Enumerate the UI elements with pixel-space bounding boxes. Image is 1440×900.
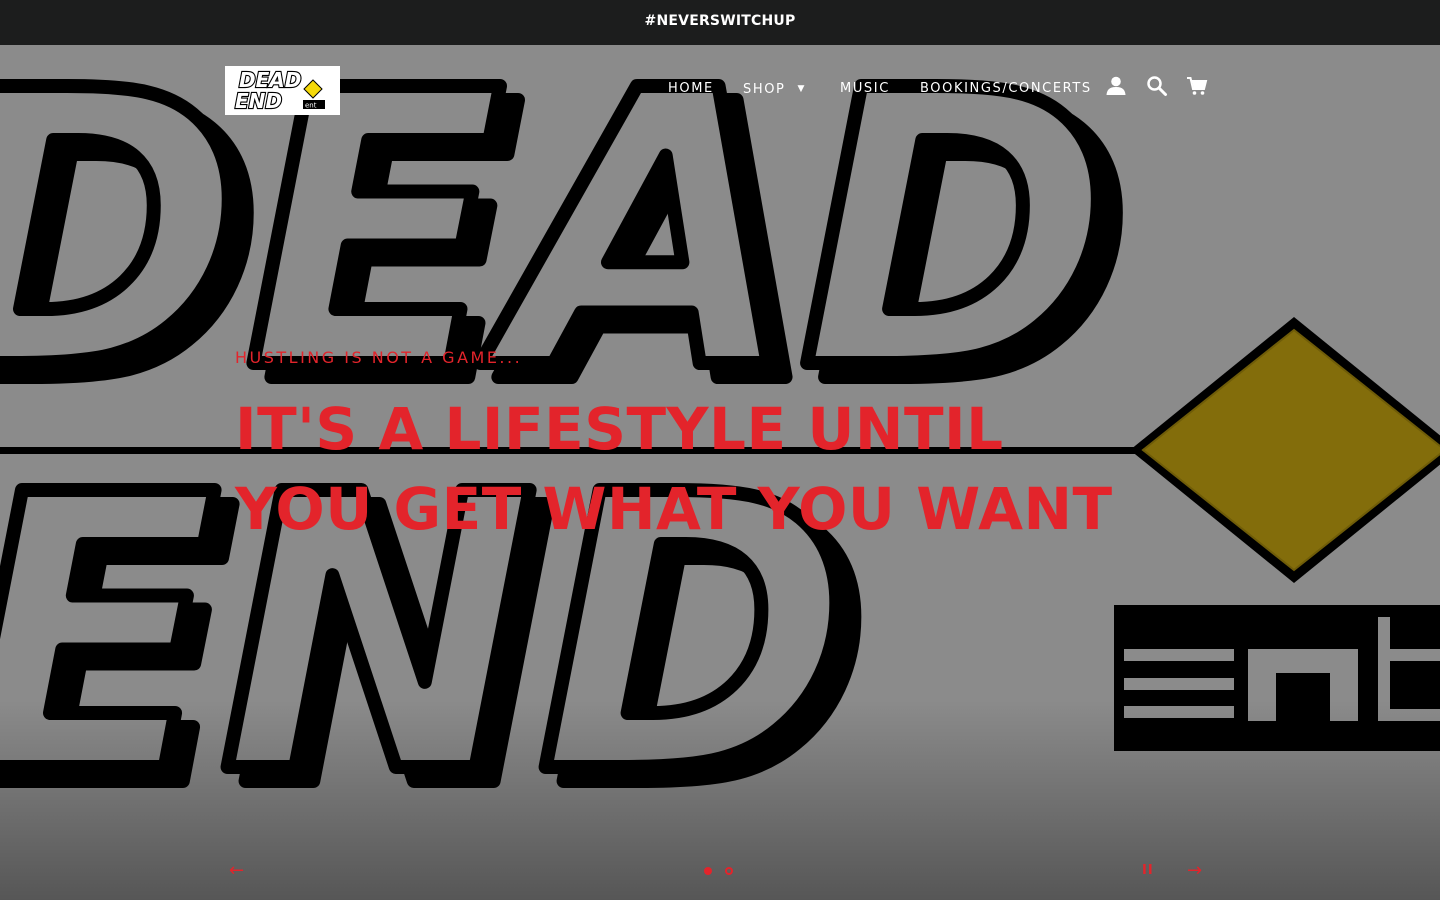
account-button[interactable] <box>1105 75 1127 97</box>
nav-item-label: BOOKINGS/CONCERTS <box>920 81 1092 96</box>
nav-item-label: MUSIC <box>840 81 890 96</box>
cart-button[interactable] <box>1186 75 1208 97</box>
nav-item-music[interactable]: MUSIC <box>840 81 890 97</box>
slideshow-dot-2[interactable] <box>725 867 733 875</box>
hero-caption: HUSTLING IS NOT A GAME... IT'S A LIFESTY… <box>235 345 1155 549</box>
nav-item-bookings-concerts[interactable]: BOOKINGS/CONCERTS <box>920 81 1092 97</box>
announcement-text: #NEVERSWITCHUP <box>644 13 796 29</box>
nav-item-label: SHOP <box>743 82 786 97</box>
slideshow-dot-1[interactable] <box>704 867 712 875</box>
search-button[interactable] <box>1146 75 1168 97</box>
nav-item-home[interactable]: HOME <box>668 81 714 97</box>
arrow-left-icon: ← <box>229 860 245 881</box>
hero-bottom-gradient <box>0 700 1440 900</box>
announcement-bar: #NEVERSWITCHUP <box>0 0 1440 45</box>
user-icon <box>1106 76 1126 95</box>
slideshow-prev-button[interactable]: ← <box>229 860 244 881</box>
slideshow-next-button[interactable]: → <box>1187 860 1202 881</box>
nav-item-shop[interactable]: SHOP ▼ <box>743 81 806 98</box>
pause-icon: II <box>1142 863 1154 878</box>
chevron-down-icon: ▼ <box>797 84 807 94</box>
main-nav: HOME SHOP ▼ MUSIC BOOKINGS/CONCERTS <box>0 81 1440 121</box>
cart-icon <box>1187 77 1208 95</box>
nav-item-label: HOME <box>668 81 714 96</box>
hero-slideshow: DEAD DEAD END END DEAD END ent HOME SHOP… <box>0 45 1440 900</box>
hero-title: IT'S A LIFESTYLE UNTIL YOU GET WHAT YOU … <box>235 395 1113 543</box>
hero-subtitle: HUSTLING IS NOT A GAME... <box>235 348 523 367</box>
arrow-right-icon: → <box>1187 860 1203 881</box>
slideshow-pause-button[interactable]: II <box>1142 863 1154 878</box>
search-icon <box>1147 76 1167 96</box>
